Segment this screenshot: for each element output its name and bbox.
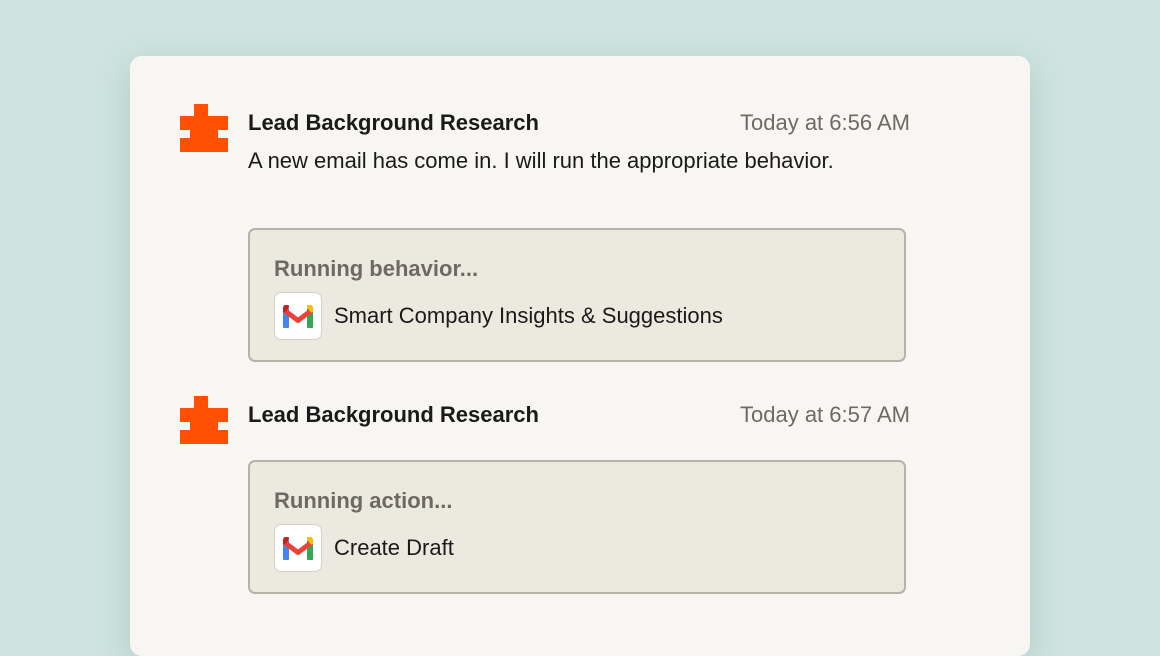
agent-puzzle-icon [180,104,228,152]
gmail-icon [274,292,322,340]
message-timestamp: Today at 6:56 AM [740,110,910,135]
activity-panel: Lead Background Research Today at 6:56 A… [130,56,1030,656]
run-status-card[interactable]: Running action... Create Draft [248,460,906,594]
run-item[interactable]: Smart Company Insights & Suggestions [274,292,874,340]
gmail-icon [274,524,322,572]
agent-puzzle-icon [180,396,228,444]
message-header: Lead Background Research Today at 6:56 A… [248,106,910,138]
run-status-label: Running action... [274,488,453,513]
message-timestamp: Today at 6:57 AM [740,402,910,427]
run-status-label: Running behavior... [274,256,479,281]
run-item-label: Smart Company Insights & Suggestions [334,303,723,328]
message-header: Lead Background Research Today at 6:57 A… [248,398,910,430]
run-item-label: Create Draft [334,535,454,560]
message-body: A new email has come in. I will run the … [248,148,834,173]
agent-name: Lead Background Research [248,110,539,135]
run-item[interactable]: Create Draft [274,524,874,572]
run-status-card[interactable]: Running behavior... Smart Company Insigh… [248,228,906,362]
agent-name: Lead Background Research [248,402,539,427]
